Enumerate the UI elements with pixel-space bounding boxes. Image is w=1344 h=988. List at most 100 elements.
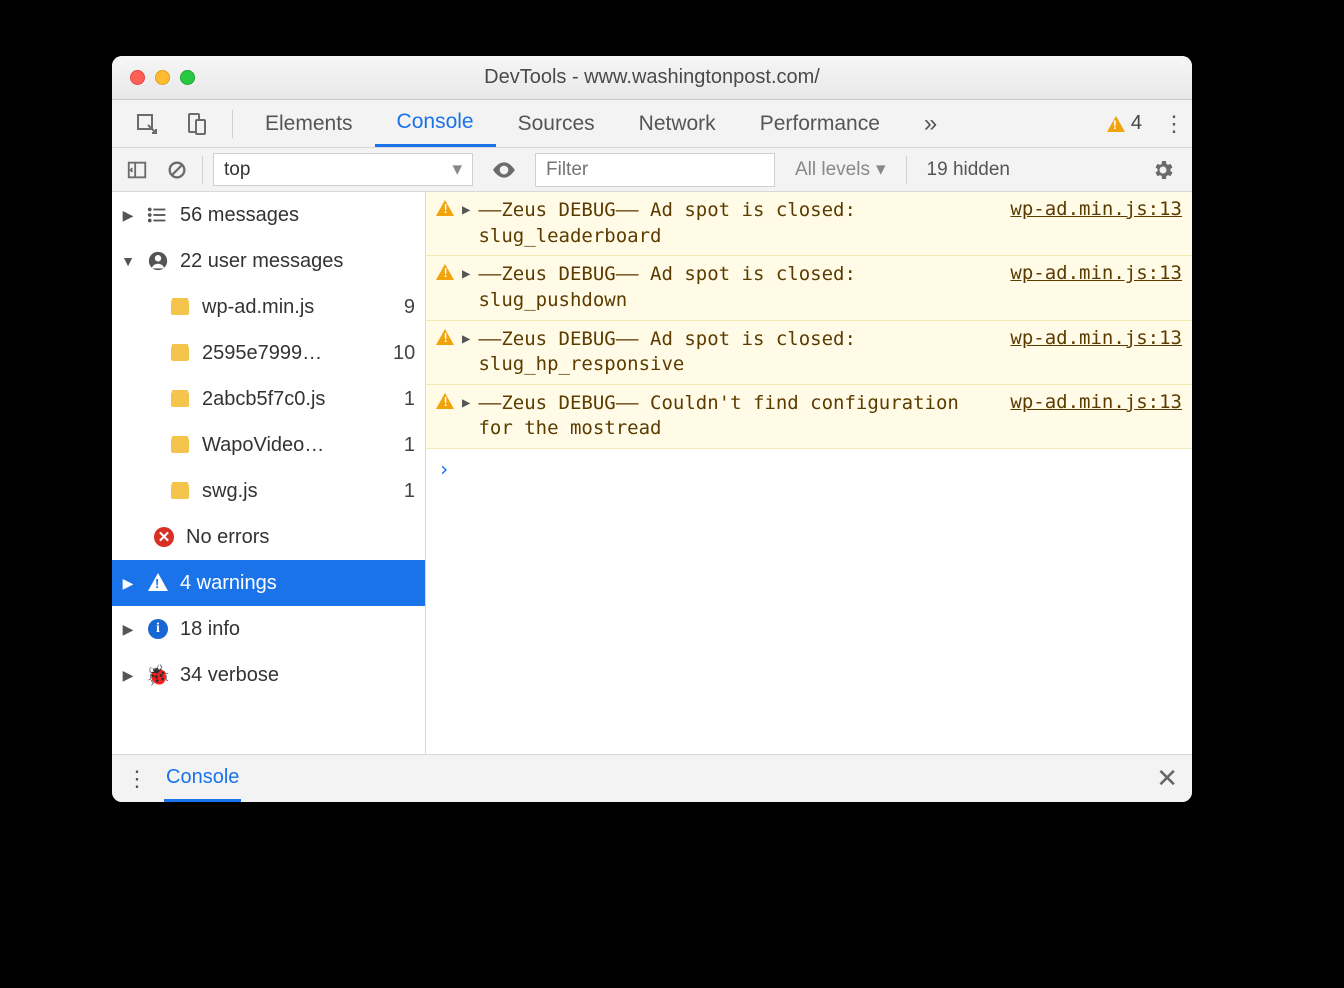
console-prompt[interactable]: › (426, 449, 1192, 489)
window-title: DevTools - www.washingtonpost.com/ (112, 66, 1192, 89)
warning-icon (436, 200, 454, 216)
window-minimize-button[interactable] (155, 70, 170, 85)
sidebar-file-count: 10 (393, 342, 425, 365)
sidebar-file-count: 9 (393, 296, 425, 319)
collapse-icon: ▼ (120, 253, 136, 269)
separator (232, 110, 233, 138)
sidebar-warnings-label: 4 warnings (180, 572, 425, 595)
filter-input[interactable] (535, 153, 775, 187)
message-text: ––Zeus DEBUG–– Ad spot is closed: slug_l… (478, 198, 992, 249)
tab-performance[interactable]: Performance (738, 100, 902, 147)
warning-icon (436, 329, 454, 345)
sidebar-verbose[interactable]: ▶ 🐞 34 verbose (112, 652, 425, 698)
folder-icon (168, 392, 192, 407)
tab-sources[interactable]: Sources (496, 100, 617, 147)
warning-icon (146, 576, 170, 591)
expand-icon[interactable]: ▶ (462, 395, 470, 411)
expand-icon: ▶ (120, 621, 136, 638)
main-tabs: Elements Console Sources Network Perform… (243, 100, 959, 147)
console-sidebar: ▶ 56 messages ▼ 22 user messages wp-ad.m… (112, 192, 426, 754)
sidebar-user-messages[interactable]: ▼ 22 user messages (112, 238, 425, 284)
content-area: ▶ 56 messages ▼ 22 user messages wp-ad.m… (112, 192, 1192, 754)
tab-console[interactable]: Console (375, 100, 496, 147)
drawer-tab-console[interactable]: Console (164, 756, 241, 802)
sidebar-file-count: 1 (393, 434, 425, 457)
bug-icon: 🐞 (146, 663, 170, 688)
inspector-tools (112, 109, 232, 139)
expand-icon: ▶ (120, 667, 136, 684)
console-messages: ▶ ––Zeus DEBUG–– Ad spot is closed: slug… (426, 192, 1192, 754)
warning-icon (436, 393, 454, 409)
console-message[interactable]: ▶ ––Zeus DEBUG–– Ad spot is closed: slug… (426, 321, 1192, 385)
tabs-overflow[interactable]: » (902, 100, 959, 147)
close-icon[interactable]: ✕ (1156, 763, 1178, 794)
error-icon: ✕ (152, 527, 176, 547)
message-text: ––Zeus DEBUG–– Ad spot is closed: slug_p… (478, 262, 992, 313)
log-levels-dropdown[interactable]: All levels ▾ (785, 158, 896, 181)
expand-icon[interactable]: ▶ (462, 331, 470, 347)
warning-icon (436, 264, 454, 280)
sidebar-verbose-label: 34 verbose (180, 664, 425, 687)
sidebar-file-item[interactable]: 2595e7999… 10 (112, 330, 425, 376)
info-icon: i (146, 619, 170, 639)
tab-elements[interactable]: Elements (243, 100, 375, 147)
sidebar-file-name: 2595e7999… (202, 342, 383, 365)
sidebar-user-messages-label: 22 user messages (180, 250, 425, 273)
message-source-link[interactable]: wp-ad.min.js:13 (1010, 391, 1182, 413)
message-text: ––Zeus DEBUG–– Couldn't find configurati… (478, 391, 992, 442)
warning-icon (1107, 116, 1125, 132)
expand-icon[interactable]: ▶ (462, 266, 470, 282)
drawer-menu-icon[interactable]: ⋮ (126, 755, 148, 803)
console-message[interactable]: ▶ ––Zeus DEBUG–– Couldn't find configura… (426, 385, 1192, 449)
sidebar-file-name: 2abcb5f7c0.js (202, 388, 383, 411)
console-message[interactable]: ▶ ––Zeus DEBUG–– Ad spot is closed: slug… (426, 256, 1192, 320)
sidebar-messages[interactable]: ▶ 56 messages (112, 192, 425, 238)
prompt-chevron-icon: › (438, 457, 450, 481)
sidebar-warnings[interactable]: ▶ 4 warnings (112, 560, 425, 606)
sidebar-messages-label: 56 messages (180, 204, 425, 227)
context-dropdown[interactable]: top ▾ (213, 153, 473, 186)
clear-console-icon[interactable] (162, 155, 192, 185)
sidebar-file-item[interactable]: wp-ad.min.js 9 (112, 284, 425, 330)
sidebar-file-item[interactable]: WapoVideo… 1 (112, 422, 425, 468)
window-close-button[interactable] (130, 70, 145, 85)
warnings-count: 4 (1131, 112, 1142, 135)
warnings-summary[interactable]: 4 (1107, 112, 1142, 135)
folder-icon (168, 484, 192, 499)
devtools-window: DevTools - www.washingtonpost.com/ Eleme… (112, 56, 1192, 802)
message-source-link[interactable]: wp-ad.min.js:13 (1010, 262, 1182, 284)
folder-icon (168, 438, 192, 453)
sidebar-file-item[interactable]: swg.js 1 (112, 468, 425, 514)
sidebar-errors[interactable]: ✕ No errors (112, 514, 425, 560)
message-source-link[interactable]: wp-ad.min.js:13 (1010, 327, 1182, 349)
traffic-lights (112, 70, 195, 85)
message-source-link[interactable]: wp-ad.min.js:13 (1010, 198, 1182, 220)
hidden-count[interactable]: 19 hidden (917, 159, 1020, 181)
folder-icon (168, 300, 192, 315)
select-element-icon[interactable] (132, 109, 162, 139)
expand-icon: ▶ (120, 575, 136, 592)
expand-icon[interactable]: ▶ (462, 202, 470, 218)
toggle-device-icon[interactable] (182, 109, 212, 139)
console-message[interactable]: ▶ ––Zeus DEBUG–– Ad spot is closed: slug… (426, 192, 1192, 256)
sidebar-file-name: wp-ad.min.js (202, 296, 383, 319)
chevron-down-icon: ▾ (876, 158, 886, 181)
settings-menu-icon[interactable]: ⋮ (1156, 100, 1192, 148)
sidebar-file-count: 1 (393, 480, 425, 503)
sidebar-file-name: swg.js (202, 480, 383, 503)
window-maximize-button[interactable] (180, 70, 195, 85)
live-expression-icon[interactable] (489, 155, 519, 185)
toggle-sidebar-icon[interactable] (122, 155, 152, 185)
console-toolbar: top ▾ All levels ▾ 19 hidden (112, 148, 1192, 192)
sidebar-errors-label: No errors (186, 526, 425, 549)
sidebar-info-label: 18 info (180, 618, 425, 641)
levels-label: All levels (795, 159, 870, 181)
tab-network[interactable]: Network (617, 100, 738, 147)
gear-icon[interactable] (1148, 155, 1178, 185)
titlebar: DevTools - www.washingtonpost.com/ (112, 56, 1192, 100)
context-value: top (224, 159, 250, 181)
separator (202, 156, 203, 184)
folder-icon (168, 346, 192, 361)
sidebar-info[interactable]: ▶ i 18 info (112, 606, 425, 652)
sidebar-file-item[interactable]: 2abcb5f7c0.js 1 (112, 376, 425, 422)
